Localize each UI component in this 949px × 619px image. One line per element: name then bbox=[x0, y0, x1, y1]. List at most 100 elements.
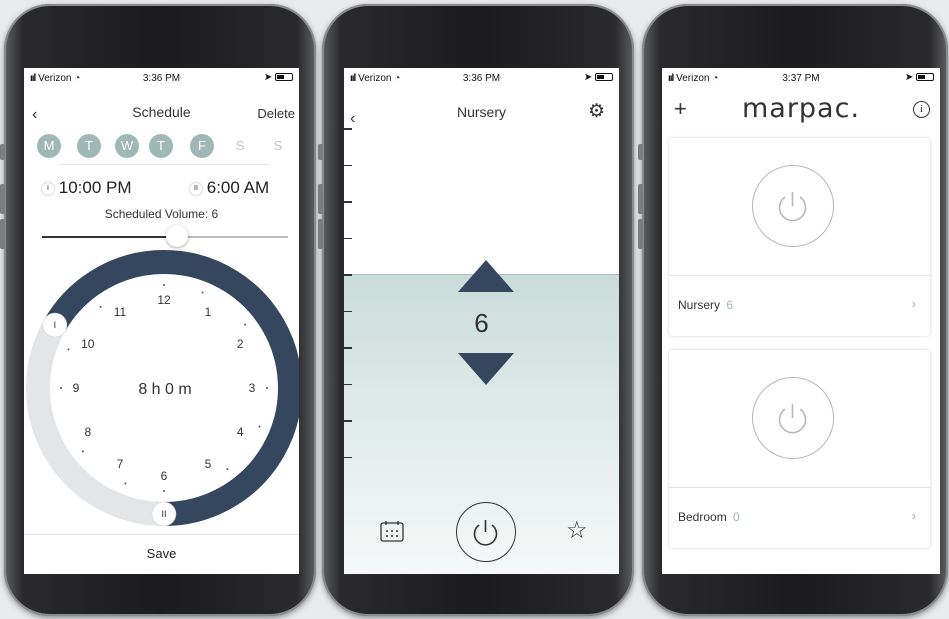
volume-slider[interactable] bbox=[42, 225, 288, 247]
status-time: 3:37 PM bbox=[782, 73, 820, 84]
device-row[interactable]: Nursery 6 bbox=[678, 298, 733, 312]
calendar-icon[interactable] bbox=[380, 520, 404, 542]
volume-tick bbox=[344, 274, 352, 276]
clock-number: 6 bbox=[161, 469, 168, 483]
end-time-value: 6:00 AM bbox=[206, 178, 270, 197]
device-name: Bedroom bbox=[678, 510, 727, 524]
volume-slider-fill bbox=[42, 236, 178, 238]
gear-icon[interactable]: ⚙ bbox=[588, 100, 605, 123]
volume-tick bbox=[344, 420, 352, 422]
clock-number: 11 bbox=[114, 305, 127, 319]
phone-schedule: ııl Verizon ◔ 3:36 PM ➤ ‹ Schedule Delet… bbox=[0, 4, 316, 616]
location-icon: ➤ bbox=[263, 72, 273, 83]
chevron-right-icon: › bbox=[911, 508, 916, 523]
clock-number: 3 bbox=[249, 381, 256, 395]
clock-tick bbox=[60, 387, 62, 389]
volume-tick bbox=[344, 456, 352, 458]
day-toggle[interactable]: T bbox=[77, 134, 101, 158]
start-time-value: 10:00 PM bbox=[58, 178, 132, 197]
device-card[interactable]: Bedroom 0 › bbox=[669, 350, 930, 548]
clock-tick bbox=[81, 450, 84, 453]
clock-number: 7 bbox=[117, 457, 124, 471]
volume-tick bbox=[344, 128, 352, 130]
clock-number: 8 bbox=[84, 425, 91, 439]
status-bar: ııl Verizon ◔ 3:36 PM ➤ bbox=[344, 68, 619, 90]
phone-nursery: ııl Verizon ◔ 3:36 PM ➤ ‹ Nursery ⚙ 6 ☆ bbox=[318, 4, 634, 616]
end-time[interactable]: II 6:00 AM bbox=[190, 178, 269, 198]
day-toggle[interactable]: T bbox=[149, 134, 173, 158]
chevron-right-icon: › bbox=[911, 296, 916, 311]
schedule-screen: ııl Verizon ◔ 3:36 PM ➤ ‹ Schedule Delet… bbox=[24, 68, 299, 574]
duration-label: 8 h 0 m bbox=[138, 381, 191, 398]
volume-up-button[interactable] bbox=[456, 258, 516, 294]
volume-tick bbox=[344, 164, 352, 166]
clock-tick bbox=[266, 387, 268, 389]
power-button[interactable] bbox=[456, 502, 516, 562]
clock-number: 2 bbox=[237, 337, 244, 351]
clock-number: 5 bbox=[205, 457, 212, 471]
device-name: Nursery bbox=[678, 298, 721, 312]
clock-tick bbox=[163, 490, 165, 492]
clock-tick bbox=[226, 468, 229, 471]
day-toggle[interactable]: S bbox=[228, 134, 252, 158]
day-toggle[interactable]: M bbox=[37, 134, 61, 158]
clock-tick bbox=[163, 284, 165, 286]
clock-tick bbox=[124, 482, 127, 485]
end-handle-icon: II bbox=[190, 183, 202, 195]
device-row[interactable]: Bedroom 0 bbox=[678, 510, 740, 524]
svg-text:I: I bbox=[54, 320, 57, 330]
status-bar: ııl Verizon ◔ 3:36 PM ➤ bbox=[24, 68, 299, 90]
scheduled-volume-label: Scheduled Volume: 6 bbox=[104, 207, 219, 221]
device-card[interactable]: Nursery 6 › bbox=[669, 138, 930, 336]
star-icon[interactable]: ☆ bbox=[566, 516, 588, 545]
clock-tick bbox=[201, 291, 204, 294]
location-icon: ➤ bbox=[583, 72, 593, 83]
power-icon bbox=[473, 520, 498, 546]
schedule-clock-dial[interactable]: 121234567891011 8 h 0 m I II bbox=[24, 248, 299, 538]
power-icon bbox=[778, 192, 807, 222]
start-handle-icon: I bbox=[42, 183, 54, 195]
triangle-up-icon bbox=[458, 260, 514, 292]
page-title: Nursery bbox=[456, 104, 506, 120]
device-power-button[interactable] bbox=[752, 377, 834, 459]
volume-tick bbox=[344, 201, 352, 203]
clock-number: 4 bbox=[237, 425, 244, 439]
power-icon bbox=[778, 404, 807, 434]
status-bar: ııl Verizon ◔ 3:37 PM ➤ bbox=[662, 68, 940, 90]
volume-down-button[interactable] bbox=[456, 351, 516, 387]
status-time: 3:36 PM bbox=[462, 73, 501, 84]
device-volume: 0 bbox=[733, 510, 740, 524]
clock-tick bbox=[244, 323, 247, 326]
clock-number: 9 bbox=[73, 381, 80, 395]
clock-tick bbox=[99, 305, 102, 308]
clock-number: 10 bbox=[81, 337, 95, 351]
brand-logo: marpac. bbox=[741, 93, 861, 124]
start-handle[interactable]: I bbox=[42, 312, 68, 338]
location-icon: ➤ bbox=[904, 72, 914, 83]
delete-button[interactable]: Delete bbox=[257, 106, 295, 121]
battery-icon bbox=[275, 73, 293, 82]
nursery-screen: ııl Verizon ◔ 3:36 PM ➤ ‹ Nursery ⚙ 6 ☆ bbox=[344, 68, 619, 574]
home-screen: ııl Verizon ◔ 3:37 PM ➤ + marpac. i Nurs… bbox=[662, 68, 940, 574]
phone-home: ııl Verizon ◔ 3:37 PM ➤ + marpac. i Nurs… bbox=[638, 4, 948, 616]
volume-tick bbox=[344, 347, 352, 349]
day-toggle[interactable]: S bbox=[266, 134, 290, 158]
battery-icon bbox=[916, 73, 934, 82]
triangle-down-icon bbox=[458, 353, 514, 385]
save-button[interactable]: Save bbox=[24, 546, 299, 561]
info-icon[interactable]: i bbox=[913, 101, 930, 118]
day-toggle[interactable]: F bbox=[190, 134, 214, 158]
clock-tick bbox=[67, 348, 70, 351]
device-power-button[interactable] bbox=[752, 165, 834, 247]
day-toggle[interactable]: W bbox=[115, 134, 139, 158]
status-time: 3:36 PM bbox=[142, 73, 181, 84]
battery-icon bbox=[595, 73, 613, 82]
end-handle[interactable]: II bbox=[151, 501, 177, 527]
clock-number: 12 bbox=[157, 293, 171, 307]
start-time[interactable]: I 10:00 PM bbox=[42, 178, 132, 198]
volume-tick bbox=[344, 383, 352, 385]
device-volume: 6 bbox=[726, 298, 734, 312]
svg-text:II: II bbox=[161, 509, 166, 519]
clock-number: 1 bbox=[205, 305, 212, 319]
volume-slider-thumb[interactable] bbox=[166, 225, 189, 247]
